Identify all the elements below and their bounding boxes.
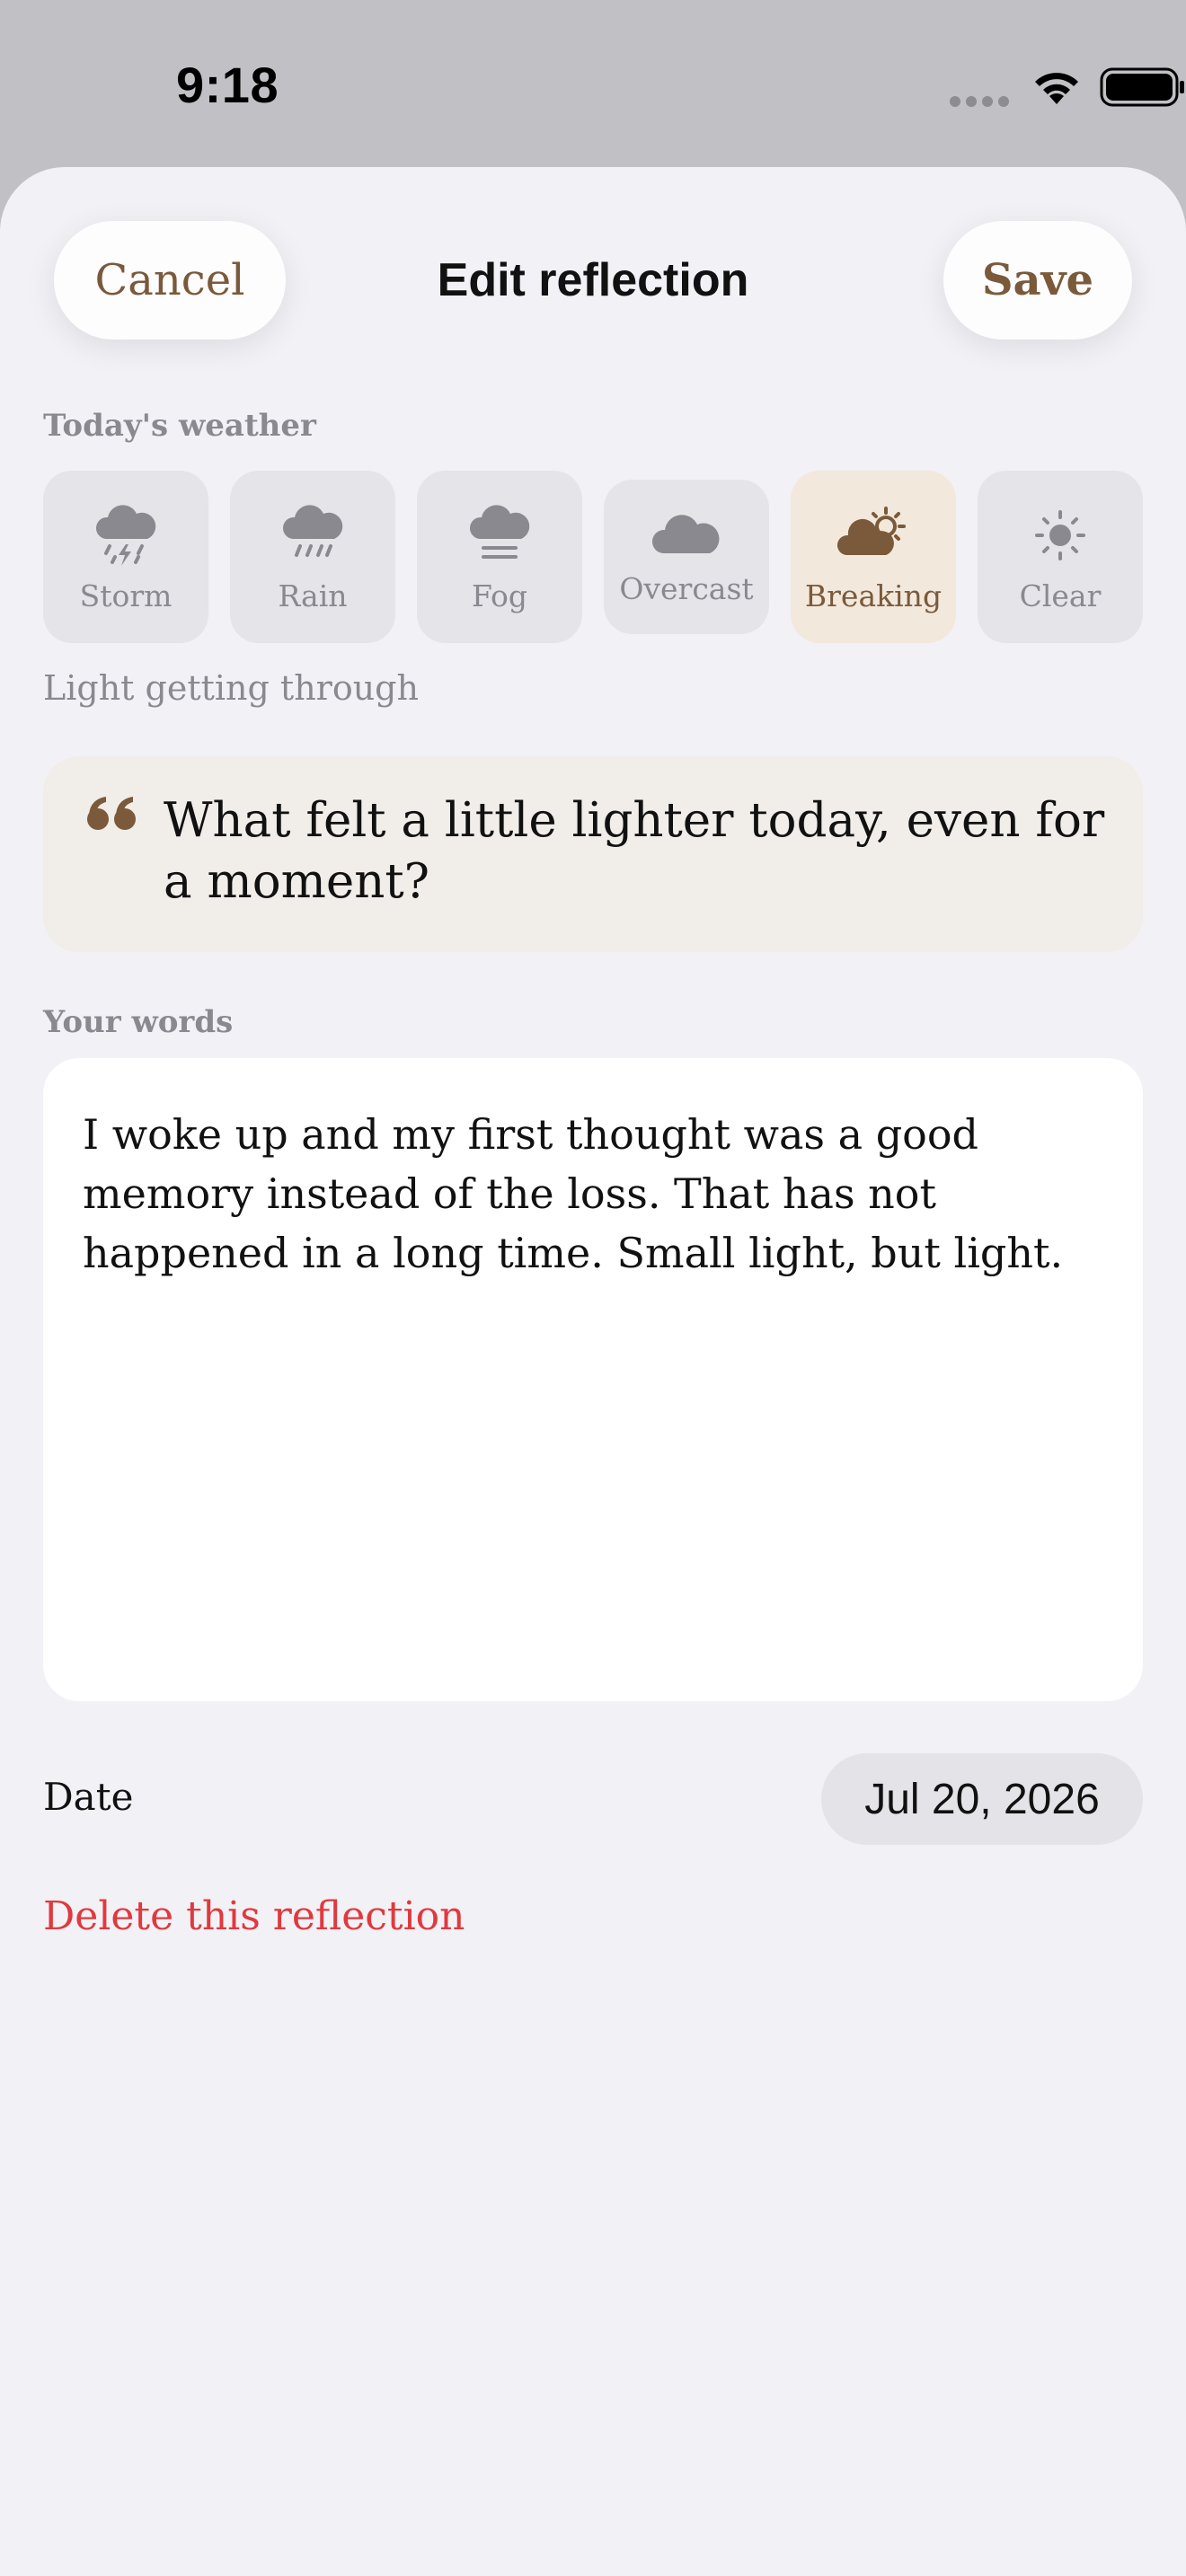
breaking-icon <box>837 507 906 555</box>
reflection-text[interactable]: I woke up and my first thought was a goo… <box>83 1105 1107 1283</box>
weather-option-label: Breaking <box>804 578 943 613</box>
weather-option-label: Storm <box>79 578 173 613</box>
weather-option-rain[interactable]: Rain <box>230 471 395 643</box>
battery-icon <box>1100 67 1184 107</box>
weather-option-storm[interactable]: Storm <box>43 471 208 643</box>
entry-section-label: Your words <box>43 1004 234 1040</box>
edit-reflection-sheet: Cancel Edit reflection Save Today's weat… <box>0 167 1186 2576</box>
weather-option-label: Clear <box>1019 578 1102 613</box>
prompt-card: What felt a little lighter today, even f… <box>43 756 1143 952</box>
date-label: Date <box>43 1775 134 1819</box>
reflection-prompt: What felt a little lighter today, even f… <box>164 793 1105 909</box>
rain-icon <box>282 505 343 557</box>
reflection-text-area[interactable]: I woke up and my first thought was a goo… <box>43 1058 1143 1701</box>
sun-icon <box>1035 510 1085 560</box>
storm-icon <box>95 505 156 566</box>
weather-option-clear[interactable]: Clear <box>978 471 1143 643</box>
weather-option-label: Fog <box>471 578 528 613</box>
cellular-signal-icon <box>950 96 1009 107</box>
status-time: 9:18 <box>176 57 279 113</box>
quote-icon <box>87 797 136 830</box>
weather-section-label: Today's weather <box>43 408 316 444</box>
date-picker[interactable]: Jul 20, 2026 <box>821 1753 1143 1845</box>
delete-reflection-button[interactable]: Delete this reflection <box>43 1893 465 1939</box>
weather-option-overcast[interactable]: Overcast <box>604 480 769 634</box>
fog-icon <box>469 505 530 559</box>
overcast-icon <box>651 515 720 553</box>
weather-option-breaking[interactable]: Breaking <box>791 471 956 643</box>
weather-option-fog[interactable]: Fog <box>417 471 582 643</box>
weather-caption: Light getting through <box>43 668 419 708</box>
save-button[interactable]: Save <box>943 221 1132 340</box>
weather-picker: Storm Rain Fog Overcast Breaking Clear <box>43 471 1143 650</box>
status-bar: 9:18 <box>0 0 1186 167</box>
wifi-icon <box>1035 73 1078 104</box>
weather-option-label: Rain <box>278 578 348 613</box>
weather-option-label: Overcast <box>619 571 754 606</box>
